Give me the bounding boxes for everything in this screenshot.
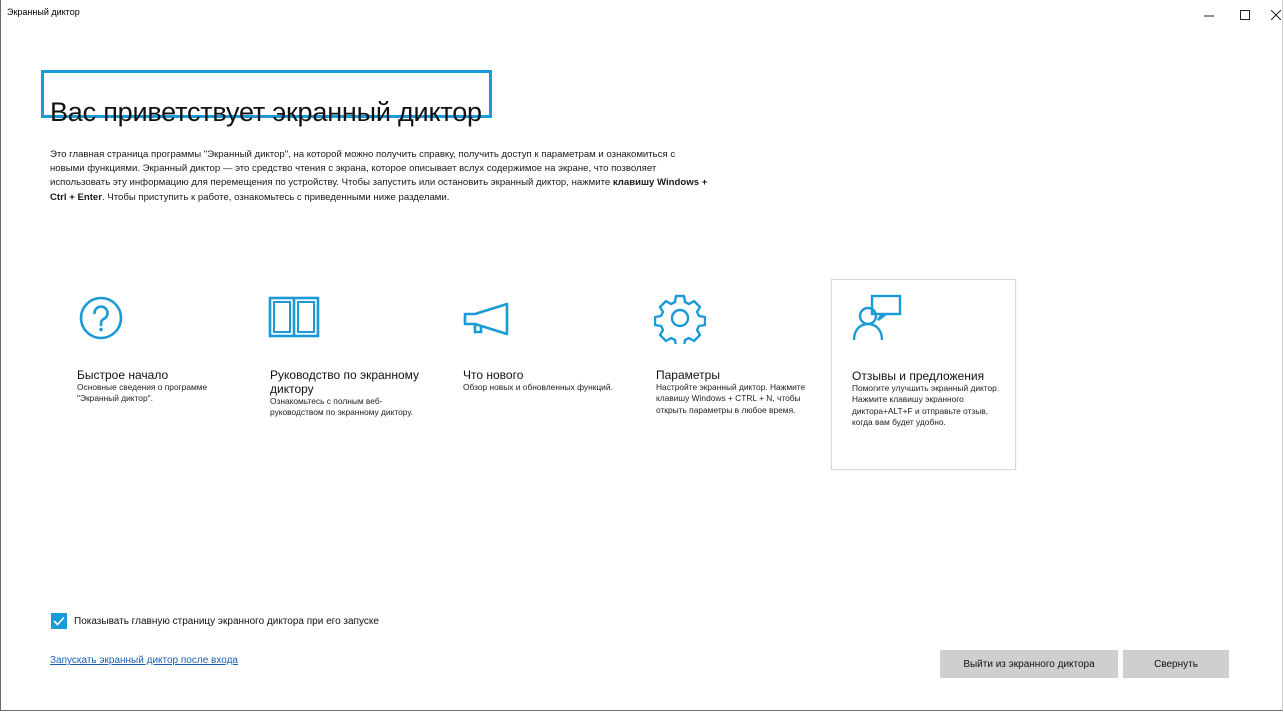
title-bar: Экранный диктор — [1, 0, 1282, 30]
tile-description: Основные сведения о программе "Экранный … — [77, 382, 208, 404]
tile-feedback[interactable]: Отзывы и предложения Помогите улучшить э… — [831, 279, 1016, 470]
tile-description: Ознакомьтесь с полным веб-руководством п… — [270, 396, 414, 418]
show-on-start-checkbox[interactable] — [51, 613, 67, 629]
tile-title: Параметры Настройте экранный диктор. Наж… — [656, 368, 806, 415]
book-icon — [268, 292, 320, 344]
minimize-button[interactable]: Свернуть — [1123, 650, 1229, 678]
minimize-window-button[interactable] — [1194, 4, 1224, 26]
close-icon — [1271, 10, 1281, 20]
maximize-icon — [1240, 10, 1250, 20]
close-window-button[interactable] — [1261, 4, 1284, 26]
minimize-icon — [1204, 15, 1214, 17]
intro-text: Это главная страница программы "Экранный… — [50, 148, 710, 206]
tile-title: Быстрое начало Основные сведения о прогр… — [77, 368, 227, 405]
tile-title: Отзывы и предложения Помогите улучшить э… — [852, 369, 1002, 429]
feedback-icon — [852, 292, 904, 344]
intro-body: Это главная страница программы "Экранный… — [50, 148, 676, 189]
tile-description: Обзор новых и обновленных функций. — [463, 382, 613, 392]
megaphone-icon — [461, 292, 513, 344]
start-after-signin-link[interactable]: Запускать экранный диктор после входа — [50, 655, 238, 666]
show-on-start-row: Показывать главную страницу экранного ди… — [51, 613, 379, 629]
heading-focus-box: Вас приветствует экранный диктор — [41, 70, 492, 127]
exit-narrator-button[interactable]: Выйти из экранного диктора — [940, 650, 1118, 678]
tile-description: Настройте экранный диктор. Нажмите клави… — [656, 382, 806, 415]
tile-title: Руководство по экранному диктору Ознаком… — [270, 368, 419, 418]
show-on-start-label: Показывать главную страницу экранного ди… — [74, 615, 379, 627]
question-icon — [75, 292, 127, 344]
gear-icon — [653, 292, 707, 348]
intro-tail: . Чтобы приступить к работе, ознакомьтес… — [101, 191, 450, 203]
window-title: Экранный диктор — [7, 7, 80, 17]
tile-whats-new[interactable]: Что нового Обзор новых и обновленных фун… — [439, 280, 624, 470]
tile-description: Помогите улучшить экранный диктор. Нажми… — [852, 383, 1000, 428]
tile-quick-start[interactable]: Быстрое начало Основные сведения о прогр… — [53, 280, 238, 470]
page-title: Вас приветствует экранный диктор — [50, 97, 482, 128]
tile-title: Что нового Обзор новых и обновленных фун… — [463, 368, 613, 392]
narrator-window: Экранный диктор Вас приветствует экранны… — [0, 0, 1283, 711]
checkmark-icon — [53, 616, 65, 626]
tile-narrator-guide[interactable]: Руководство по экранному диктору Ознаком… — [246, 280, 431, 470]
maximize-window-button[interactable] — [1230, 4, 1260, 26]
tile-settings[interactable]: Параметры Настройте экранный диктор. Наж… — [632, 280, 817, 470]
